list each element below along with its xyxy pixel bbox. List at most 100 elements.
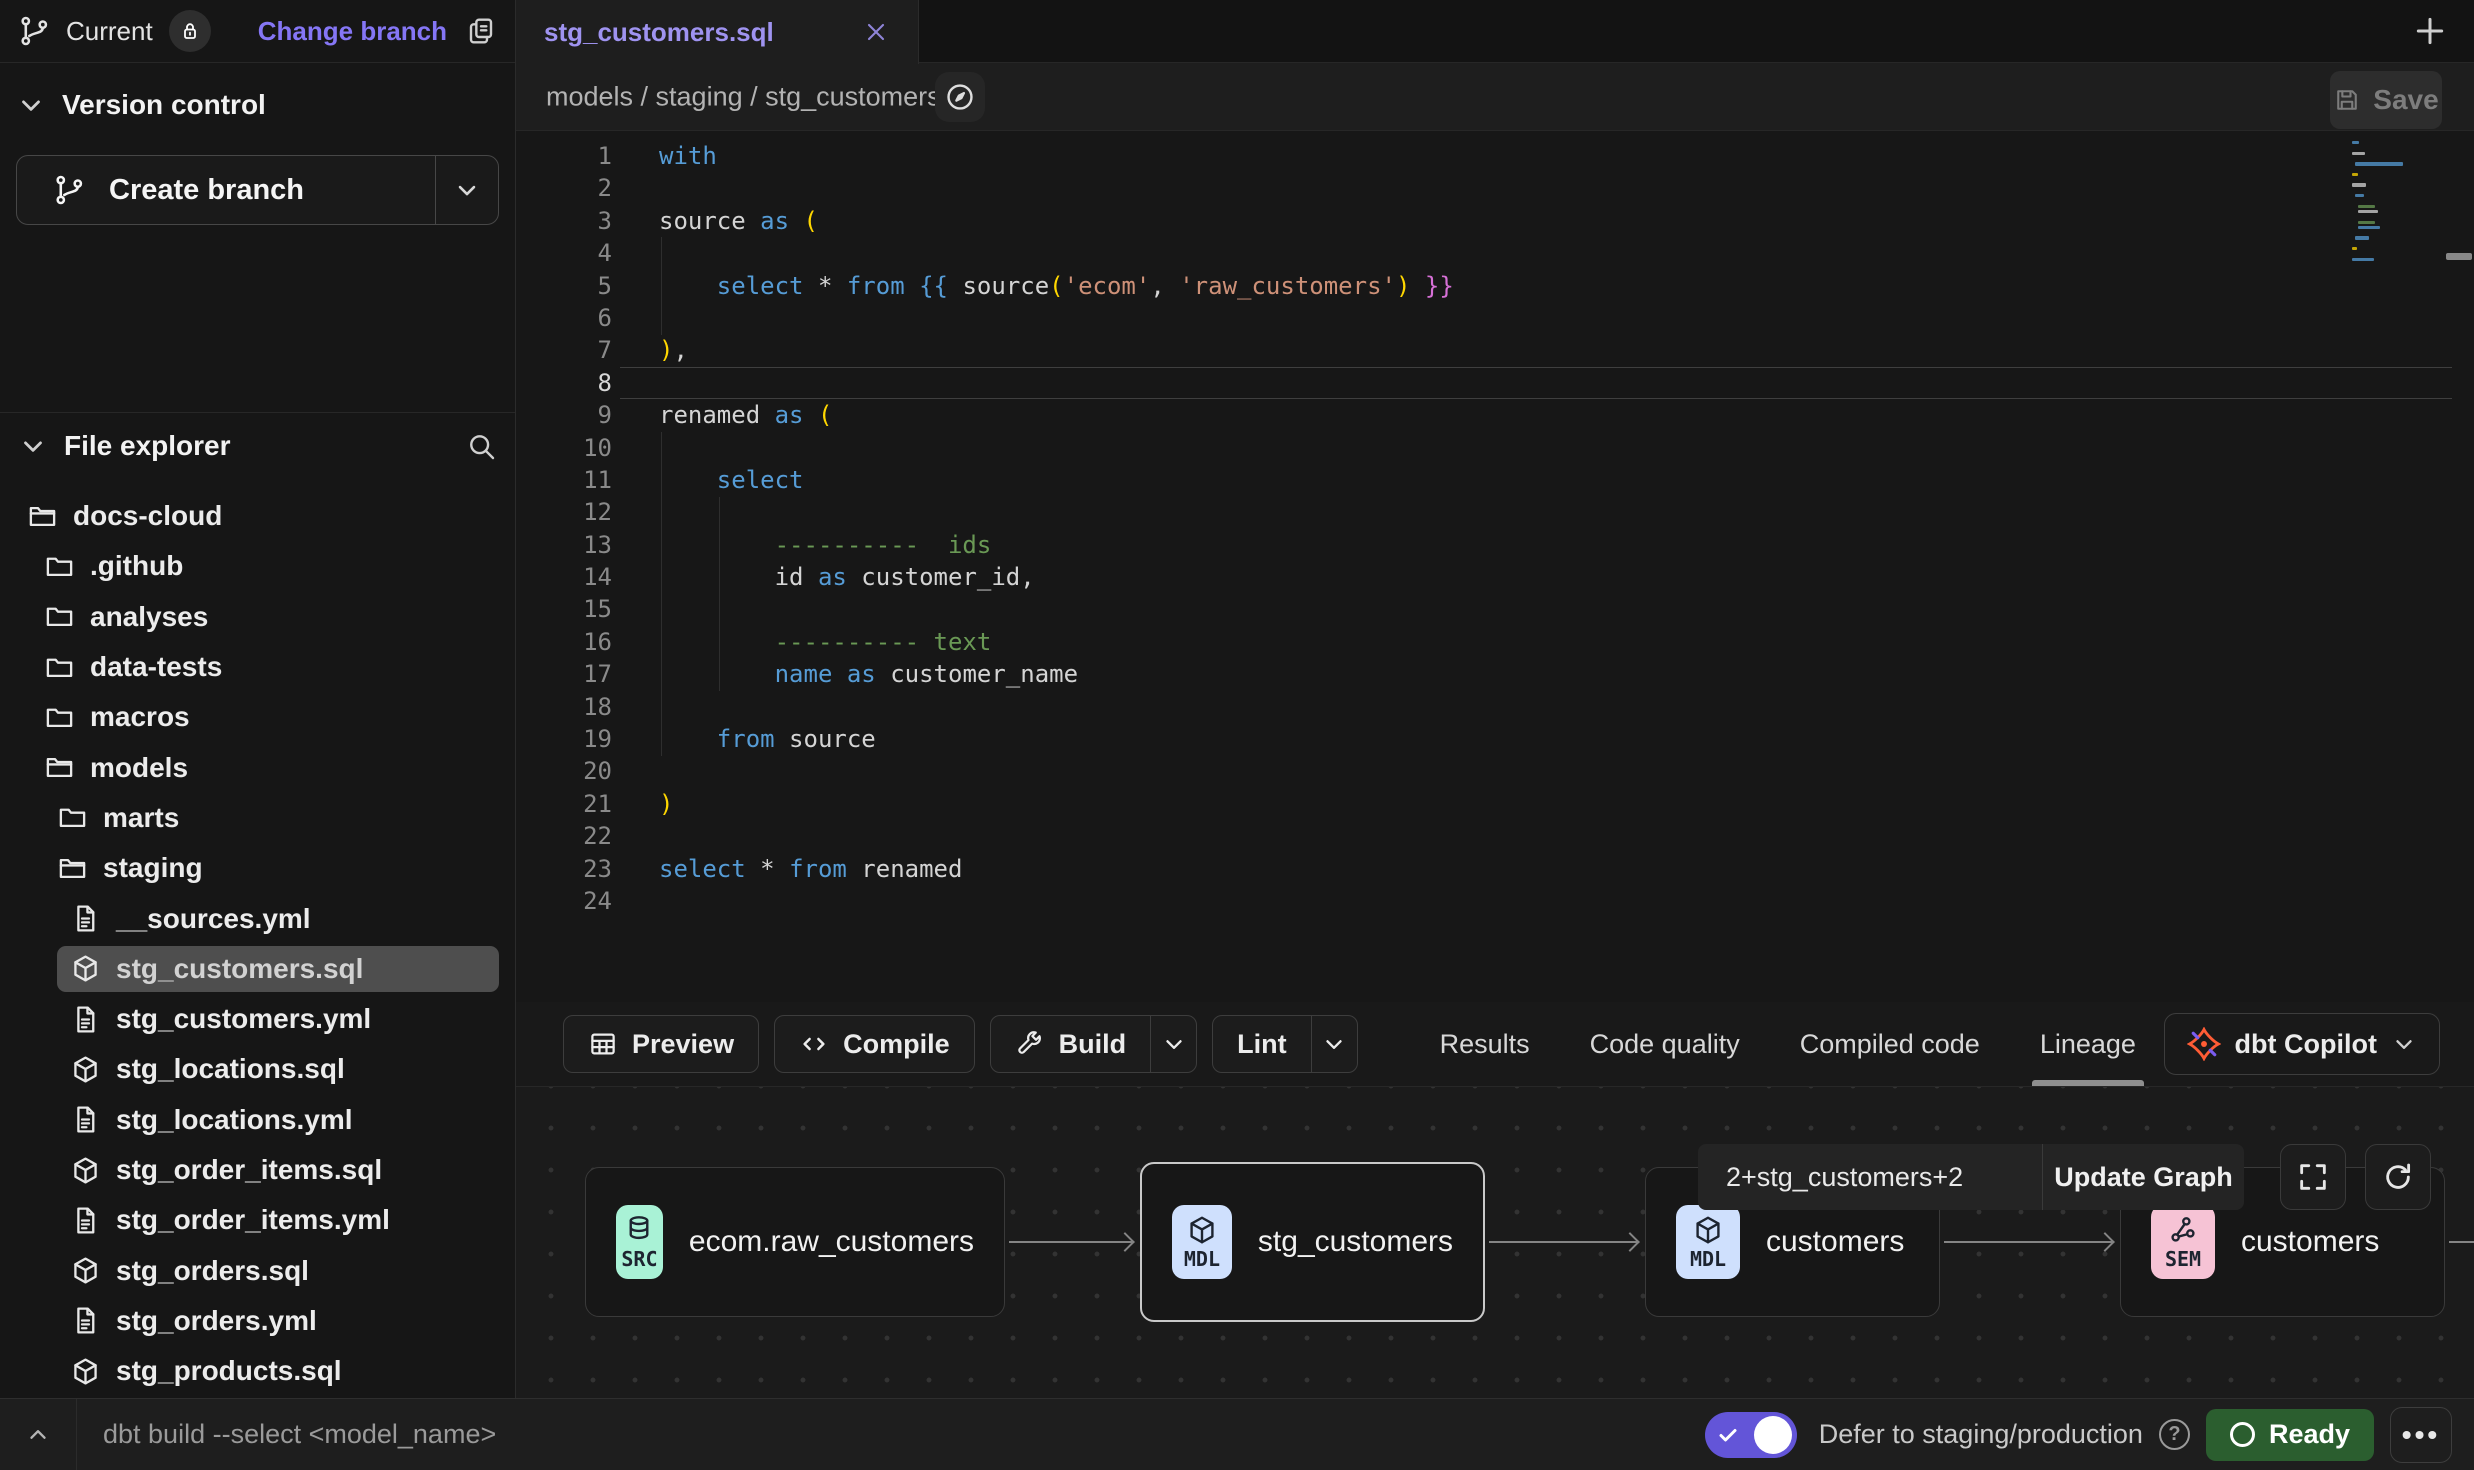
tree-item-stg-customers-sql[interactable]: stg_customers.sql xyxy=(0,944,515,994)
model-icon xyxy=(70,1255,101,1286)
tree-item-stg-products-sql[interactable]: stg_products.sql xyxy=(0,1346,515,1396)
navigate-compass-button[interactable] xyxy=(935,72,985,122)
tree-item-macros[interactable]: macros xyxy=(0,692,515,742)
line-number: 21 xyxy=(516,788,612,820)
version-control-title: Version control xyxy=(62,89,266,121)
code-line-2: 2 xyxy=(516,172,2474,204)
file-explorer-header[interactable]: File explorer xyxy=(0,413,515,479)
update-graph-button[interactable]: Update Graph xyxy=(2042,1144,2244,1210)
node-label: customers xyxy=(1766,1225,1904,1259)
code-text: ---------- ids xyxy=(659,529,991,561)
new-tab-plus-icon[interactable] xyxy=(2410,11,2450,51)
minimap-line xyxy=(2358,205,2375,208)
line-number: 9 xyxy=(516,399,612,431)
tree-item-models[interactable]: models xyxy=(0,742,515,792)
current-branch-label: Current xyxy=(66,16,153,47)
compile-button[interactable]: Compile xyxy=(774,1015,975,1073)
create-branch-main[interactable]: Create branch xyxy=(17,156,435,224)
file-explorer-section: File explorer docs-cloud .github analyses d… xyxy=(0,412,515,1398)
table-icon xyxy=(588,1029,618,1059)
fullscreen-button[interactable] xyxy=(2280,1144,2346,1210)
node-badge-mdl: MDL xyxy=(1676,1205,1740,1279)
dbt-copilot-button[interactable]: dbt Copilot xyxy=(2164,1013,2440,1075)
refresh-button[interactable] xyxy=(2365,1144,2431,1210)
copy-branch-icon[interactable] xyxy=(465,15,497,47)
code-text: ), xyxy=(659,334,688,366)
tree-item-label: docs-cloud xyxy=(73,500,222,532)
tree-item-stg-orders-yml[interactable]: stg_orders.yml xyxy=(0,1296,515,1346)
close-icon[interactable] xyxy=(862,18,890,46)
code-line-7: 7), xyxy=(516,334,2474,366)
tree-item-docs-cloud[interactable]: docs-cloud xyxy=(0,491,515,541)
lint-button[interactable]: Lint xyxy=(1212,1015,1357,1073)
code-text: with xyxy=(659,140,717,172)
tree-item-stg-order-items-sql[interactable]: stg_order_items.sql xyxy=(0,1145,515,1195)
scrollbar-marker[interactable] xyxy=(2446,253,2472,260)
defer-toggle[interactable] xyxy=(1705,1412,1797,1458)
minimap[interactable] xyxy=(2352,141,2424,281)
tab-stg-customers-sql[interactable]: stg_customers.sql xyxy=(516,0,919,64)
tree-item-stg-locations-sql[interactable]: stg_locations.sql xyxy=(0,1044,515,1094)
tree-item-label: stg_products.sql xyxy=(116,1355,342,1387)
tab-results[interactable]: Results xyxy=(1440,1002,1530,1086)
file-icon xyxy=(70,903,101,934)
cube-icon xyxy=(1692,1214,1724,1246)
lineage-filter-group: 2+stg_customers+2 Update Graph xyxy=(1698,1144,2244,1210)
lint-dropdown[interactable] xyxy=(1312,1016,1357,1072)
tree-item-analyses[interactable]: analyses xyxy=(0,592,515,642)
ready-status-badge[interactable]: Ready xyxy=(2206,1409,2374,1461)
tree-item-staging[interactable]: staging xyxy=(0,843,515,893)
lineage-node-mdl-stg-customers[interactable]: MDLstg_customers xyxy=(1140,1162,1485,1322)
help-icon[interactable]: ? xyxy=(2159,1419,2190,1450)
lineage-node-src-ecom-raw-customers[interactable]: SRCecom.raw_customers xyxy=(585,1167,1005,1317)
build-dropdown[interactable] xyxy=(1151,1016,1196,1072)
line-number: 13 xyxy=(516,529,612,561)
collapse-command-bar-button[interactable] xyxy=(0,1399,77,1470)
tree-item-stg-locations-yml[interactable]: stg_locations.yml xyxy=(0,1095,515,1145)
tab-lineage[interactable]: Lineage xyxy=(2040,1002,2136,1086)
tree-item-stg-order-items-yml[interactable]: stg_order_items.yml xyxy=(0,1195,515,1245)
tab-code-quality[interactable]: Code quality xyxy=(1590,1002,1740,1086)
line-number: 20 xyxy=(516,755,612,787)
more-options-button[interactable]: ••• xyxy=(2390,1407,2452,1463)
sidebar: Current Change branch Version control Cr… xyxy=(0,0,516,1398)
tree-item--sources-yml[interactable]: __sources.yml xyxy=(0,893,515,943)
code-text: ---------- text xyxy=(659,626,991,658)
git-branch-icon xyxy=(53,173,87,207)
tree-item-data-tests[interactable]: data-tests xyxy=(0,642,515,692)
tree-item-label: macros xyxy=(90,701,190,733)
save-button[interactable]: Save xyxy=(2330,71,2442,129)
code-line-19: 19 from source xyxy=(516,723,2474,755)
minimap-line xyxy=(2358,226,2380,229)
tab-compiled-code[interactable]: Compiled code xyxy=(1800,1002,1980,1086)
tree-item-stg-orders-sql[interactable]: stg_orders.sql xyxy=(0,1245,515,1295)
breadcrumb: models / staging / stg_customers.sql xyxy=(546,81,983,112)
tree-item-label: marts xyxy=(103,802,179,834)
minimap-line xyxy=(2355,194,2364,197)
tree-item--github[interactable]: .github xyxy=(0,541,515,591)
command-input[interactable]: dbt build --select <model_name> xyxy=(103,1419,496,1450)
version-control-header[interactable]: Version control xyxy=(16,89,499,121)
tree-item-stg-customers-yml[interactable]: stg_customers.yml xyxy=(0,994,515,1044)
folder-icon xyxy=(57,802,88,833)
create-branch-button[interactable]: Create branch xyxy=(16,155,499,225)
badge-label: SEM xyxy=(2165,1247,2201,1271)
chevron-down-icon[interactable] xyxy=(16,90,46,120)
code-editor[interactable]: 1with23source as (45 select * from {{ so… xyxy=(516,131,2474,1002)
change-branch-link[interactable]: Change branch xyxy=(258,16,447,47)
minimap-line xyxy=(2352,152,2365,155)
lineage-filter-input[interactable]: 2+stg_customers+2 xyxy=(1698,1144,2042,1210)
lineage-edge xyxy=(1489,1241,1637,1243)
build-button[interactable]: Build xyxy=(990,1015,1198,1073)
create-branch-dropdown[interactable] xyxy=(436,156,498,224)
tree-item-marts[interactable]: marts xyxy=(0,793,515,843)
tree-item-label: __sources.yml xyxy=(116,903,311,935)
code-text: source as ( xyxy=(659,205,818,237)
button-label: Lint xyxy=(1237,1029,1286,1060)
tree-item-label: stg_customers.yml xyxy=(116,1003,371,1035)
tree-item-label: analyses xyxy=(90,601,208,633)
chevron-down-icon[interactable] xyxy=(18,431,48,461)
code-text: name as customer_name xyxy=(659,658,1078,690)
search-icon[interactable] xyxy=(465,430,497,462)
preview-button[interactable]: Preview xyxy=(563,1015,759,1073)
